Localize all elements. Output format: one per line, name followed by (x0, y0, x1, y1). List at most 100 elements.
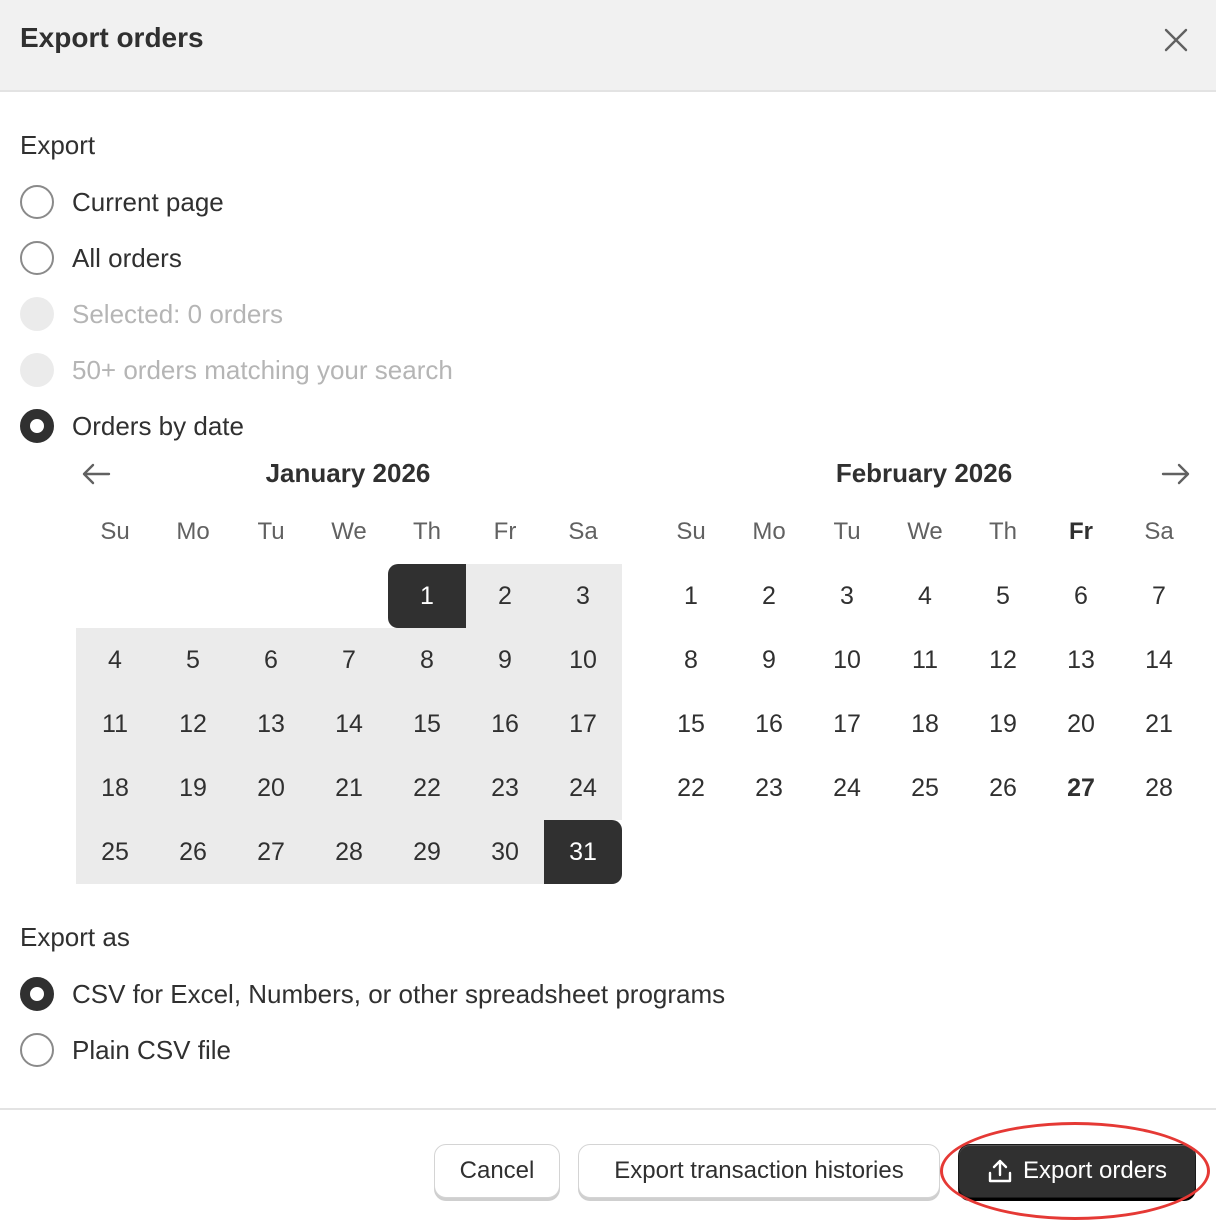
upload-icon (987, 1158, 1013, 1184)
radio-label: 50+ orders matching your search (72, 354, 453, 385)
calendar-day[interactable]: 29 (388, 820, 466, 884)
weekday-header: Tu (833, 518, 861, 545)
calendar-day[interactable]: 15 (388, 692, 466, 756)
calendar-day[interactable]: 23 (466, 756, 544, 820)
radio-csv-excel[interactable]: CSV for Excel, Numbers, or other spreads… (20, 974, 725, 1014)
radio-button[interactable] (20, 185, 54, 219)
calendar-day[interactable]: 22 (652, 756, 730, 820)
radio-current-page[interactable]: Current page (20, 182, 224, 222)
calendar-day[interactable]: 2 (730, 564, 808, 628)
calendar-day[interactable]: 19 (964, 692, 1042, 756)
radio-label: CSV for Excel, Numbers, or other spreads… (72, 978, 726, 1009)
cancel-button[interactable]: Cancel (434, 1144, 560, 1198)
radio-label: Plain CSV file (72, 1034, 231, 1065)
weekday-header: Sa (568, 518, 598, 545)
calendar-day[interactable]: 26 (154, 820, 232, 884)
calendar-day[interactable]: 15 (652, 692, 730, 756)
calendar-day[interactable]: 8 (652, 628, 730, 692)
calendar-day[interactable]: 17 (544, 692, 622, 756)
calendar-day[interactable]: 18 (886, 692, 964, 756)
calendar-day[interactable]: 6 (232, 628, 310, 692)
calendar-day[interactable]: 30 (466, 820, 544, 884)
calendar-day[interactable]: 14 (1120, 628, 1198, 692)
calendar-day[interactable]: 24 (808, 756, 886, 820)
calendar-day[interactable]: 2 (466, 564, 544, 628)
calendar-day[interactable]: 1 (652, 564, 730, 628)
weekday-header: We (331, 518, 367, 545)
calendar-day[interactable]: 5 (154, 628, 232, 692)
calendar-day[interactable]: 9 (466, 628, 544, 692)
calendar-day[interactable]: 4 (76, 628, 154, 692)
modal-title: Export orders (20, 22, 204, 53)
calendar-day[interactable]: 11 (886, 628, 964, 692)
export-orders-button[interactable]: Export orders (958, 1144, 1196, 1198)
month-title-february: February 2026 (835, 458, 1013, 488)
next-month-button[interactable] (1154, 452, 1198, 496)
calendar-day[interactable]: 22 (388, 756, 466, 820)
calendar-day[interactable]: 27 (232, 820, 310, 884)
calendar-day[interactable]: 5 (964, 564, 1042, 628)
weekday-header: Fr (493, 518, 517, 545)
calendar-day[interactable]: 16 (466, 692, 544, 756)
calendar-day[interactable]: 21 (310, 756, 388, 820)
calendar-day[interactable]: 23 (730, 756, 808, 820)
weekday-header: Th (988, 518, 1017, 545)
close-button[interactable] (1154, 18, 1198, 62)
calendar-day[interactable]: 25 (76, 820, 154, 884)
calendar-day[interactable]: 21 (1120, 692, 1198, 756)
calendar-day[interactable]: 10 (544, 628, 622, 692)
calendar-day[interactable]: 20 (1042, 692, 1120, 756)
radio-all-orders[interactable]: All orders (20, 238, 182, 278)
radio-label: Orders by date (72, 410, 244, 441)
weekday-header: Th (412, 518, 441, 545)
radio-button (20, 297, 54, 331)
calendar-day[interactable]: 4 (886, 564, 964, 628)
calendar-day[interactable]: 13 (232, 692, 310, 756)
calendar-day[interactable]: 20 (232, 756, 310, 820)
radio-orders-by-date[interactable]: Orders by date (20, 406, 244, 446)
calendar-day[interactable]: 31 (544, 820, 622, 884)
calendar-day[interactable]: 11 (76, 692, 154, 756)
calendar-day[interactable]: 28 (310, 820, 388, 884)
month-title-january: January 2026 (265, 458, 431, 488)
calendar-day[interactable]: 17 (808, 692, 886, 756)
calendar-day[interactable]: 3 (808, 564, 886, 628)
calendar-day[interactable]: 25 (886, 756, 964, 820)
calendar-day[interactable]: 14 (310, 692, 388, 756)
calendar-day[interactable]: 1 (388, 564, 466, 628)
export-orders-label: Export orders (1022, 1157, 1168, 1184)
calendar-day[interactable]: 7 (310, 628, 388, 692)
calendar-day[interactable]: 16 (730, 692, 808, 756)
calendar-day[interactable]: 10 (808, 628, 886, 692)
calendar-day[interactable]: 8 (388, 628, 466, 692)
calendar-day[interactable]: 27 (1042, 756, 1120, 820)
calendar-february: Su Mo Tu We Th Fr Sa 1 2 3 4 5 6 7 8 9 10 11 12 13 14 15 16 17 1… (652, 512, 1196, 886)
weekday-header: Su (100, 518, 130, 545)
arrow-right-icon (1161, 463, 1190, 485)
calendar-day[interactable]: 24 (544, 756, 622, 820)
weekday-header: Tu (257, 518, 285, 545)
export-transaction-histories-button[interactable]: Export transaction histories (578, 1144, 940, 1198)
weekday-header: Mo (176, 518, 210, 545)
radio-button[interactable] (20, 241, 54, 275)
modal-header: Export orders (0, 0, 1216, 92)
radio-button[interactable] (20, 1033, 54, 1067)
footer-divider (0, 1108, 1216, 1110)
calendar-day[interactable]: 12 (154, 692, 232, 756)
radio-button[interactable] (20, 409, 54, 443)
calendar-day[interactable]: 19 (154, 756, 232, 820)
radio-selected-orders: Selected: 0 orders (20, 294, 283, 334)
calendar-day[interactable]: 18 (76, 756, 154, 820)
radio-button[interactable] (20, 977, 54, 1011)
radio-plain-csv[interactable]: Plain CSV file (20, 1030, 231, 1070)
calendar-day[interactable]: 12 (964, 628, 1042, 692)
calendar-day[interactable]: 13 (1042, 628, 1120, 692)
radio-label: All orders (72, 242, 182, 273)
calendar-day[interactable]: 26 (964, 756, 1042, 820)
calendar-day[interactable]: 28 (1120, 756, 1198, 820)
calendar-day[interactable]: 7 (1120, 564, 1198, 628)
calendar-day[interactable]: 9 (730, 628, 808, 692)
radio-matching-search: 50+ orders matching your search (20, 350, 453, 390)
calendar-day[interactable]: 3 (544, 564, 622, 628)
calendar-day[interactable]: 6 (1042, 564, 1120, 628)
